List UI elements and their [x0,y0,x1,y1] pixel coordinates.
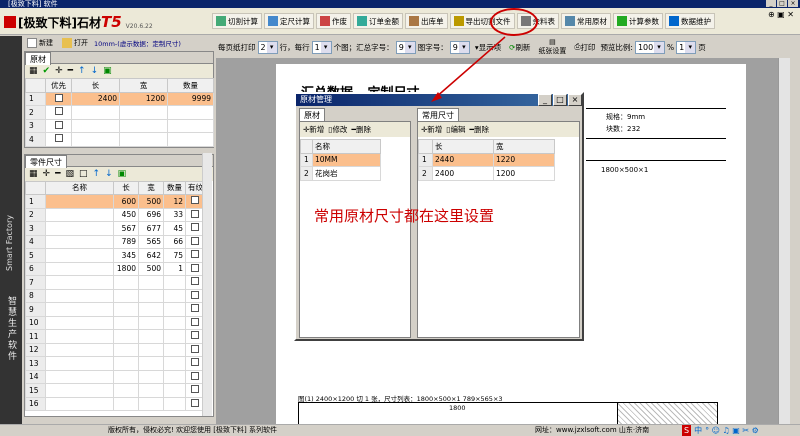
ime-icon[interactable]: S [682,425,692,436]
status-bar: 版权所有，侵权必究! 欢迎您使用 [极致下料] 系列软件 网址：www.jzxl… [0,424,800,436]
annotation-arrow [431,36,506,102]
status-left: 版权所有，侵权必究! 欢迎您使用 [极致下料] 系列软件 [108,426,277,434]
tray-area: S 中 ° ☺ ♫ ▣ ✂ ⚙ [682,425,759,436]
tray-icons[interactable]: ° ☺ ♫ ▣ ✂ ⚙ [705,425,759,436]
ime-lang[interactable]: 中 [694,425,702,436]
status-right: 网址：www.jzxlsoft.com 山东·济南 [535,426,650,434]
